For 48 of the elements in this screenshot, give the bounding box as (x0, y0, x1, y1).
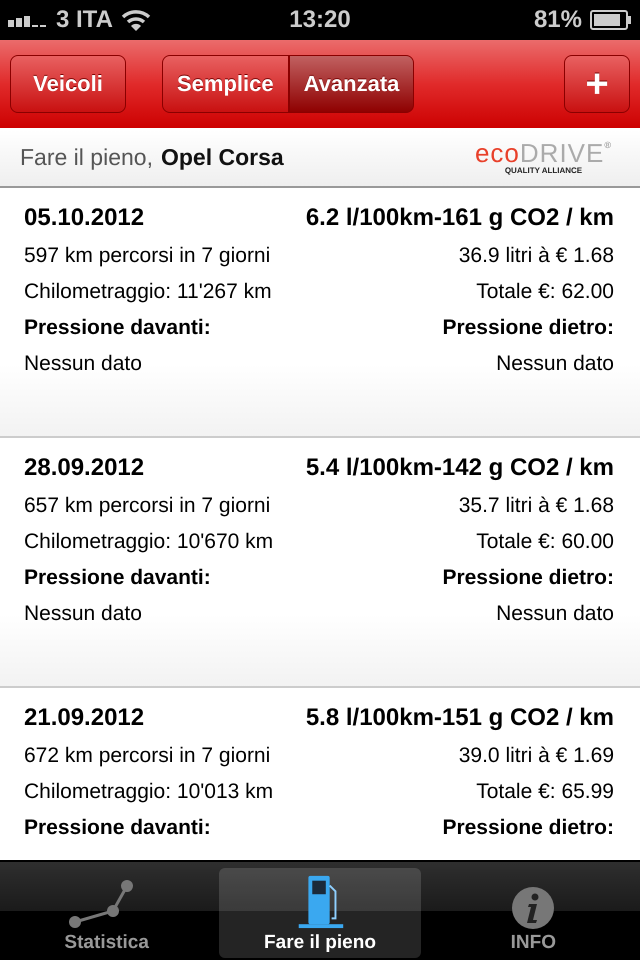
wifi-icon (120, 9, 151, 31)
odometer: Chilometraggio: 11'267 km (24, 280, 272, 304)
add-button[interactable]: + (564, 55, 630, 113)
front-pressure-value: Nessun dato (24, 352, 142, 376)
distance: 597 km percorsi in 7 giorni (24, 244, 270, 268)
tab-item[interactable]: Statistica (6, 868, 208, 958)
entry-date: 21.09.2012 (24, 704, 144, 732)
front-pressure-label: Pressione davanti: (24, 316, 211, 340)
rear-pressure-label: Pressione dietro: (442, 566, 614, 590)
tab-item[interactable]: Fare il pieno (219, 868, 421, 958)
fuel-amount: 35.7 litri à € 1.68 (458, 494, 614, 518)
rear-pressure-value: Nessun dato (496, 352, 614, 376)
info-icon (511, 886, 556, 930)
vehicle-name: Opel Corsa (160, 144, 284, 170)
vehicles-button[interactable]: Veicoli (10, 55, 126, 113)
clock: 13:20 (289, 6, 351, 34)
consumption: 6.2 l/100km-161 g CO2 / km (306, 204, 614, 232)
fuel-amount: 36.9 litri à € 1.68 (458, 244, 614, 268)
carrier: 3 ITA (56, 6, 113, 34)
logo-text: eco (474, 140, 520, 166)
entry-date: 05.10.2012 (24, 204, 144, 232)
rear-pressure-value: Nessun dato (496, 602, 614, 626)
entry-date: 28.09.2012 (24, 454, 144, 482)
logo-text: DRIVE (520, 140, 604, 166)
rear-pressure-label: Pressione dietro: (442, 816, 614, 840)
consumption: 5.8 l/100km-151 g CO2 / km (306, 704, 614, 732)
front-pressure-label: Pressione davanti: (24, 566, 211, 590)
rear-pressure-label: Pressione dietro: (442, 316, 614, 340)
total-cost: Totale €: 62.00 (476, 280, 614, 304)
consumption: 5.4 l/100km-142 g CO2 / km (306, 454, 614, 482)
distance: 672 km percorsi in 7 giorni (24, 744, 270, 768)
battery-percent: 81% (534, 6, 582, 34)
segment-tab[interactable]: Semplice (162, 55, 289, 113)
signal-icon (8, 13, 48, 27)
odometer: Chilometraggio: 10'013 km (24, 780, 274, 804)
distance: 657 km percorsi in 7 giorni (24, 494, 270, 518)
odometer: Chilometraggio: 10'670 km (24, 530, 274, 554)
logo-tagline: QUALITY ALLIANCE (504, 166, 582, 174)
fuel-amount: 39.0 litri à € 1.69 (458, 744, 614, 768)
total-cost: Totale €: 65.99 (476, 780, 614, 804)
registered-mark: ® (604, 140, 612, 150)
front-pressure-value: Nessun dato (24, 602, 142, 626)
total-cost: Totale €: 60.00 (476, 530, 614, 554)
battery-icon (590, 10, 632, 30)
segment-tab[interactable]: Avanzata (288, 55, 414, 113)
front-pressure-label: Pressione davanti: (24, 816, 211, 840)
tab-item[interactable]: INFO (432, 868, 634, 958)
screen-title: Fare il pieno, (20, 144, 153, 170)
